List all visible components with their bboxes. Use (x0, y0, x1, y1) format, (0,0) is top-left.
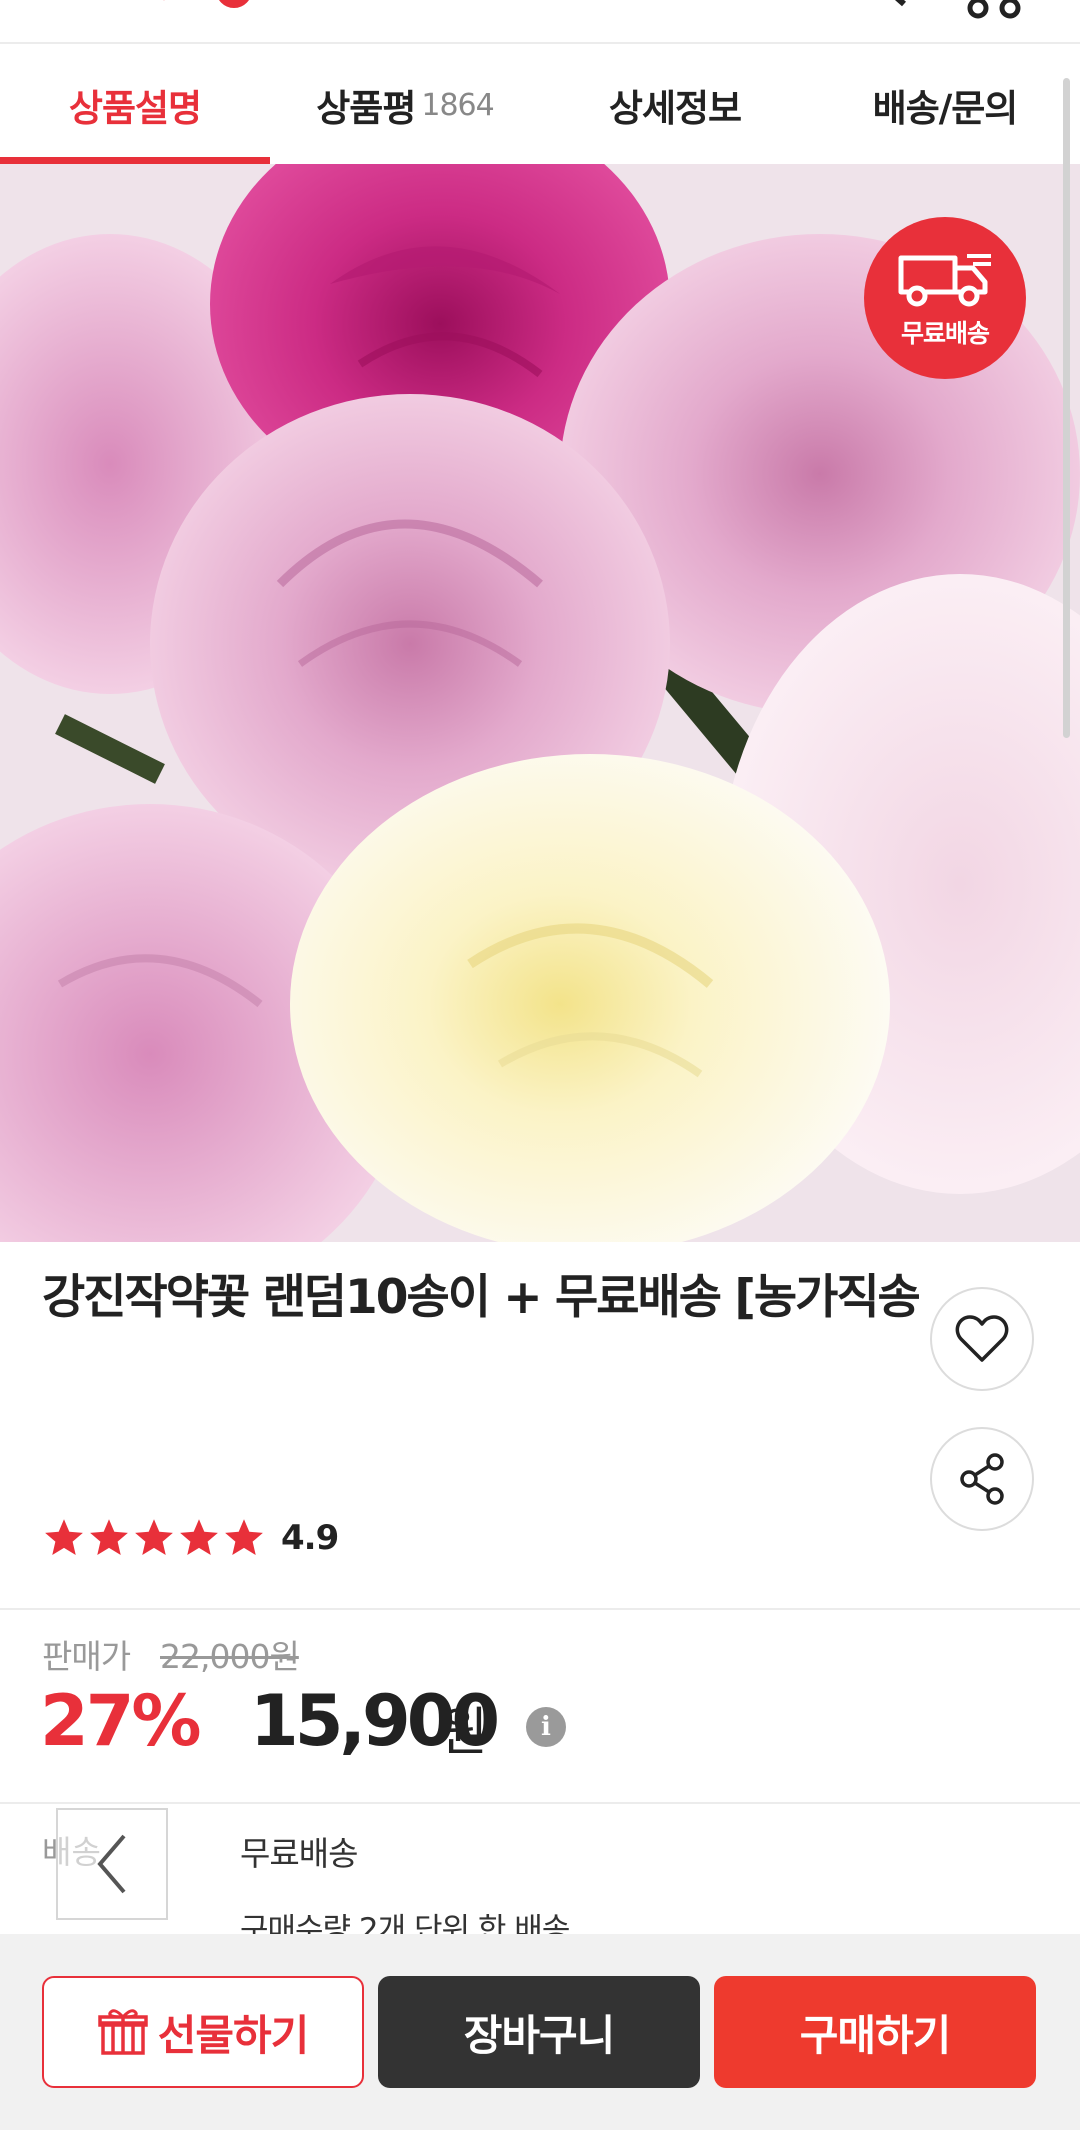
buy-now-button[interactable]: 구매하기 (714, 1976, 1036, 2088)
price-info-icon[interactable]: i (526, 1707, 566, 1747)
share-icon (960, 1453, 1004, 1505)
heart-icon (955, 1315, 1009, 1362)
gift-icon (97, 2009, 148, 2055)
tab-label: 상품평 (316, 87, 416, 130)
divider (0, 1802, 1080, 1804)
gift-label: 선물하기 (157, 2010, 310, 2060)
tab-shipping-inquiry[interactable]: 배송/문의 (810, 46, 1080, 164)
scrollbar[interactable] (1063, 78, 1070, 738)
star-icon (225, 1519, 263, 1556)
badge-label: 무료배송 (900, 319, 990, 348)
product-tabs: 상품설명 상품평 1864 상세정보 배송/문의 (0, 46, 1080, 164)
star-icon (135, 1519, 173, 1556)
tab-label: 배송/문의 (872, 87, 1019, 130)
back-button[interactable] (56, 1808, 168, 1920)
rating-stars[interactable]: 4.9 (42, 1516, 339, 1560)
search-icon[interactable] (842, 0, 912, 16)
product-image[interactable]: 무료배송 (0, 164, 1080, 1242)
add-to-cart-button[interactable]: 장바구니 (378, 1976, 700, 2088)
free-shipping-badge: 무료배송 (864, 217, 1026, 379)
truck-icon (898, 254, 991, 307)
shipping-value: 무료배송 (240, 1834, 358, 1873)
user-icon[interactable] (964, 0, 1024, 20)
rating-score: 4.9 (281, 1518, 339, 1558)
currency-unit: 원 (440, 1703, 488, 1763)
gift-button[interactable]: 선물하기 (42, 1976, 364, 2088)
star-icon (45, 1519, 83, 1556)
tab-description[interactable]: 상품설명 (0, 46, 270, 164)
wishlist-button[interactable] (930, 1287, 1034, 1391)
tab-reviews[interactable]: 상품평 1864 (270, 46, 540, 164)
cart-label: 장바구니 (463, 2010, 616, 2060)
top-header (0, 0, 1080, 44)
tab-details[interactable]: 상세정보 (540, 46, 810, 164)
review-count: 1864 (421, 87, 494, 123)
product-title: 강진작약꽃 랜덤10송이 + 무료배송 [농가직송 (42, 1270, 921, 1325)
buy-label: 구매하기 (799, 2010, 952, 2060)
original-price: 22,000원 (160, 1637, 300, 1676)
discount-rate: 27% (40, 1680, 202, 1762)
share-button[interactable] (930, 1427, 1034, 1531)
price-label: 판매가 (42, 1637, 131, 1676)
star-icon (90, 1519, 128, 1556)
star-icon (180, 1519, 218, 1556)
chevron-left-icon (97, 1834, 126, 1894)
app-logo[interactable] (44, 0, 254, 12)
bottom-action-bar: 선물하기 장바구니 구매하기 (0, 1934, 1080, 2130)
divider (0, 1608, 1080, 1610)
tab-label: 상품설명 (68, 87, 202, 130)
tab-label: 상세정보 (608, 87, 742, 130)
